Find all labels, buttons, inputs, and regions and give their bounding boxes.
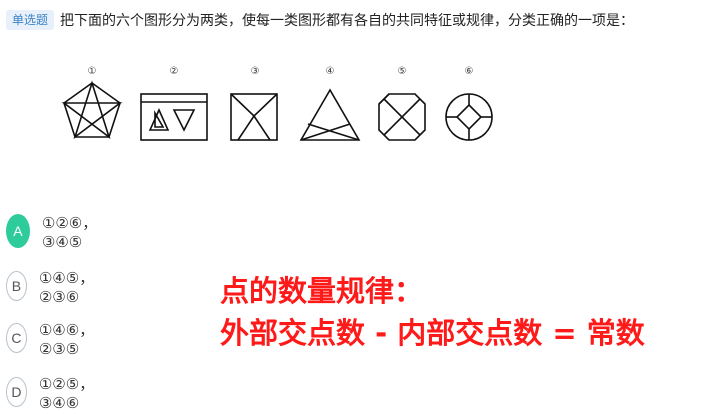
option-b[interactable]: B ①④⑤，②③⑥ [6, 269, 103, 306]
annotation-line-2: 外部交点数 - 内部交点数 = 常数 [220, 316, 645, 350]
option-letter-badge[interactable]: B [6, 271, 27, 301]
square-v-icon [230, 93, 278, 141]
annotation-line-1: 点的数量规律： [220, 274, 424, 308]
question-type-badge: 单选题 [6, 10, 55, 30]
option-d[interactable]: D ①②⑤，③④⑥ [6, 375, 103, 412]
option-letter-badge[interactable]: D [6, 377, 27, 407]
question-header: 单选题 把下面的六个图形分为两类，使每一类图形都有各自的共同特征或规律，分类正确… [0, 8, 718, 32]
option-text: ①④⑥，②③⑤ [38, 320, 95, 358]
option-letter-badge[interactable]: C [6, 323, 27, 353]
question-text: 把下面的六个图形分为两类，使每一类图形都有各自的共同特征或规律，分类正确的一项是… [60, 13, 635, 29]
option-text: ①②⑤，③④⑥ [38, 374, 95, 412]
option-text: ①②⑥，③④⑤ [41, 213, 98, 251]
triangle-crossed-icon [299, 88, 361, 141]
option-a[interactable]: A ①②⑥，③④⑤ [6, 214, 107, 251]
red-annotation: 点的数量规律： 外部交点数 - 内部交点数 = 常数 [220, 270, 645, 354]
option-text: ①④⑤，②③⑥ [38, 268, 95, 306]
octagon-x-icon [378, 93, 426, 141]
rectangle-triangles-icon [140, 93, 208, 141]
option-letter-badge[interactable]: A [6, 214, 30, 248]
circle-diamond-icon [445, 93, 493, 141]
pentagon-star-icon [61, 80, 123, 140]
option-c[interactable]: C ①④⑥，②③⑤ [6, 321, 103, 358]
figure-row: ① ② ③ ④ ⑤ ⑥ [58, 66, 498, 146]
